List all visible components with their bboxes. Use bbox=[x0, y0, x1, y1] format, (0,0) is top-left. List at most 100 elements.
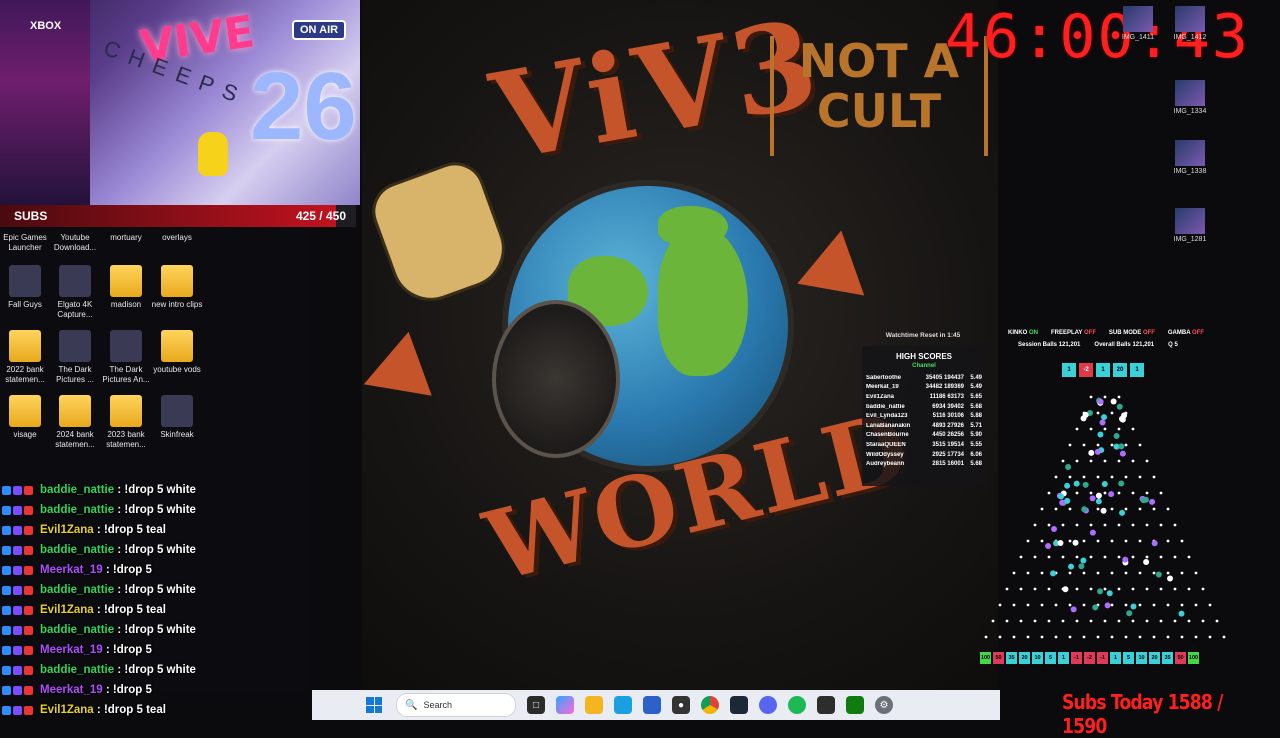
image-file-icon[interactable]: IMG_1411 bbox=[1114, 6, 1162, 41]
desktop-icon-label: Epic Games Launcher bbox=[3, 233, 47, 252]
plinko-mode-state: OFF bbox=[1142, 330, 1155, 336]
desktop-icon[interactable]: Elgato 4K Capture... bbox=[47, 265, 103, 320]
on-air-sign: ON AIR bbox=[292, 20, 347, 40]
copilot-icon[interactable] bbox=[556, 696, 574, 714]
plinko-peg bbox=[1068, 443, 1072, 447]
chat-overlay: baddie_nattie : !drop 5 white baddie_natt… bbox=[0, 480, 310, 720]
desktop-icon[interactable]: Epic Games Launcher bbox=[0, 233, 53, 253]
plinko-peg bbox=[1089, 555, 1093, 559]
image-file-label: IMG_1281 bbox=[1173, 236, 1207, 243]
xbox-icon[interactable] bbox=[846, 696, 864, 714]
plinko-bet-chip[interactable]: 1 bbox=[1130, 363, 1144, 377]
chat-username: Evil1Zana bbox=[40, 604, 94, 616]
highscores-title: HIGH SCORES bbox=[895, 352, 952, 361]
image-file-icon[interactable]: IMG_1338 bbox=[1166, 140, 1214, 175]
plinko-ball bbox=[1095, 492, 1102, 499]
desktop-icon[interactable]: Fall Guys bbox=[0, 265, 53, 310]
highscore-name: ChasenBourne bbox=[866, 432, 909, 439]
image-file-icon[interactable]: IMG_1334 bbox=[1166, 80, 1214, 115]
chat-text: !drop 5 white bbox=[124, 624, 196, 636]
app-icon bbox=[110, 330, 142, 362]
plinko-slot: -1 bbox=[1097, 652, 1108, 664]
desktop-icon[interactable]: 2024 bank statemen... bbox=[47, 395, 103, 450]
discord-icon[interactable] bbox=[759, 696, 777, 714]
plinko-peg bbox=[1019, 619, 1023, 623]
desktop-icon[interactable]: 2022 bank statemen... bbox=[0, 330, 53, 385]
plinko-bet-chip[interactable]: -2 bbox=[1079, 363, 1093, 377]
chat-badges bbox=[2, 505, 38, 515]
chat-message: Meerkat_19 : !drop 5 bbox=[0, 560, 310, 580]
chat-text: !drop 5 white bbox=[124, 504, 196, 516]
plinko-peg bbox=[1068, 539, 1072, 543]
plinko-peg bbox=[1026, 603, 1030, 607]
desktop-icon[interactable]: Skinfreak bbox=[149, 395, 205, 440]
badge-icon bbox=[13, 545, 22, 555]
plinko-peg bbox=[1103, 427, 1107, 431]
plinko-peg bbox=[1173, 523, 1177, 527]
desktop-icon[interactable]: 2023 bank statemen... bbox=[98, 395, 154, 450]
plinko-peg bbox=[1089, 395, 1093, 399]
plinko-peg bbox=[1194, 635, 1198, 639]
highscore-score: 35405 194437 bbox=[925, 374, 964, 381]
desktop-icon[interactable]: youtube vods bbox=[149, 330, 205, 375]
chat-badges bbox=[2, 485, 38, 495]
steam-icon[interactable] bbox=[730, 696, 748, 714]
chat-badges bbox=[2, 605, 38, 615]
plinko-ball bbox=[1097, 588, 1104, 595]
badge-icon bbox=[13, 525, 22, 535]
plinko-slot: 10 bbox=[1136, 652, 1147, 664]
chat-badges bbox=[2, 545, 38, 555]
plinko-ball bbox=[1080, 557, 1087, 564]
plinko-ball bbox=[1100, 507, 1107, 514]
chat-message: baddie_nattie : !drop 5 white bbox=[0, 540, 310, 560]
plinko-peg bbox=[1068, 475, 1072, 479]
badge-icon bbox=[2, 525, 11, 535]
desktop-icon[interactable]: The Dark Pictures An... bbox=[98, 330, 154, 385]
folder-icon bbox=[59, 395, 91, 427]
plinko-bet-chip[interactable]: 1 bbox=[1062, 363, 1076, 377]
desktop-icon[interactable]: new intro clips bbox=[149, 265, 205, 310]
file-explorer-icon[interactable] bbox=[585, 696, 603, 714]
image-file-icon[interactable]: IMG_1412 bbox=[1166, 6, 1214, 41]
plinko-ball bbox=[1082, 481, 1089, 488]
obs-icon[interactable]: ● bbox=[672, 696, 690, 714]
desktop-icon[interactable]: visage bbox=[0, 395, 53, 440]
album-art: ViV3 NOT A CULT WORLD bbox=[362, 0, 998, 690]
plinko-peg bbox=[1096, 571, 1100, 575]
highscore-score: 2815 16001 bbox=[932, 461, 964, 468]
settings-icon[interactable]: ⚙ bbox=[875, 696, 893, 714]
headphone-illustration bbox=[492, 300, 620, 458]
plinko-peg bbox=[1166, 507, 1170, 511]
plinko-ball bbox=[1119, 416, 1126, 423]
chat-text: !drop 5 teal bbox=[103, 604, 166, 616]
desktop-icon[interactable]: Youtube Download... bbox=[47, 233, 103, 253]
chat-text: !drop 5 teal bbox=[103, 704, 166, 716]
plinko-peg bbox=[1138, 571, 1142, 575]
desktop-icon-label: Skinfreak bbox=[160, 430, 194, 439]
desktop-icon[interactable]: madison bbox=[98, 265, 154, 310]
task-view-icon[interactable]: □ bbox=[527, 696, 545, 714]
plinko-peg bbox=[1033, 523, 1037, 527]
plinko-peg bbox=[1110, 507, 1114, 511]
plinko-ball bbox=[1050, 570, 1057, 577]
image-file-icon[interactable]: IMG_1281 bbox=[1166, 208, 1214, 243]
desktop-icon[interactable]: mortuary bbox=[98, 233, 154, 243]
plinko-bet-chip[interactable]: 1 bbox=[1096, 363, 1110, 377]
desktop-icon[interactable]: overlays bbox=[149, 233, 205, 243]
store-icon[interactable] bbox=[643, 696, 661, 714]
chrome-icon[interactable] bbox=[701, 696, 719, 714]
terminal-icon[interactable] bbox=[817, 696, 835, 714]
taskbar-search[interactable]: 🔍 Search bbox=[396, 693, 516, 717]
plinko-peg bbox=[1145, 619, 1149, 623]
plinko-peg bbox=[1096, 443, 1100, 447]
plinko-bet-chip[interactable]: 20 bbox=[1113, 363, 1127, 377]
desktop-icon-label: overlays bbox=[162, 233, 192, 242]
plinko-ball bbox=[1118, 443, 1125, 450]
start-button[interactable] bbox=[366, 697, 382, 713]
overall-balls: Overall Balls 121,201 bbox=[1094, 342, 1155, 348]
globe-landmass bbox=[658, 226, 748, 376]
plinko-peg bbox=[1117, 619, 1121, 623]
spotify-icon[interactable] bbox=[788, 696, 806, 714]
edge-icon[interactable] bbox=[614, 696, 632, 714]
desktop-icon[interactable]: The Dark Pictures ... bbox=[47, 330, 103, 385]
